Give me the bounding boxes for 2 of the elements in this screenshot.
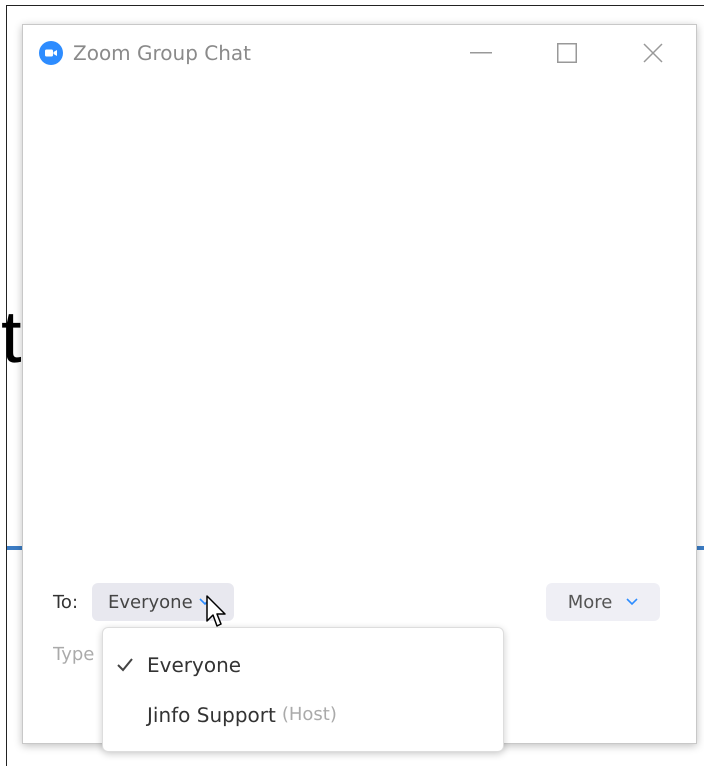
window-title: Zoom Group Chat xyxy=(73,40,251,66)
to-label: To: xyxy=(53,590,78,614)
